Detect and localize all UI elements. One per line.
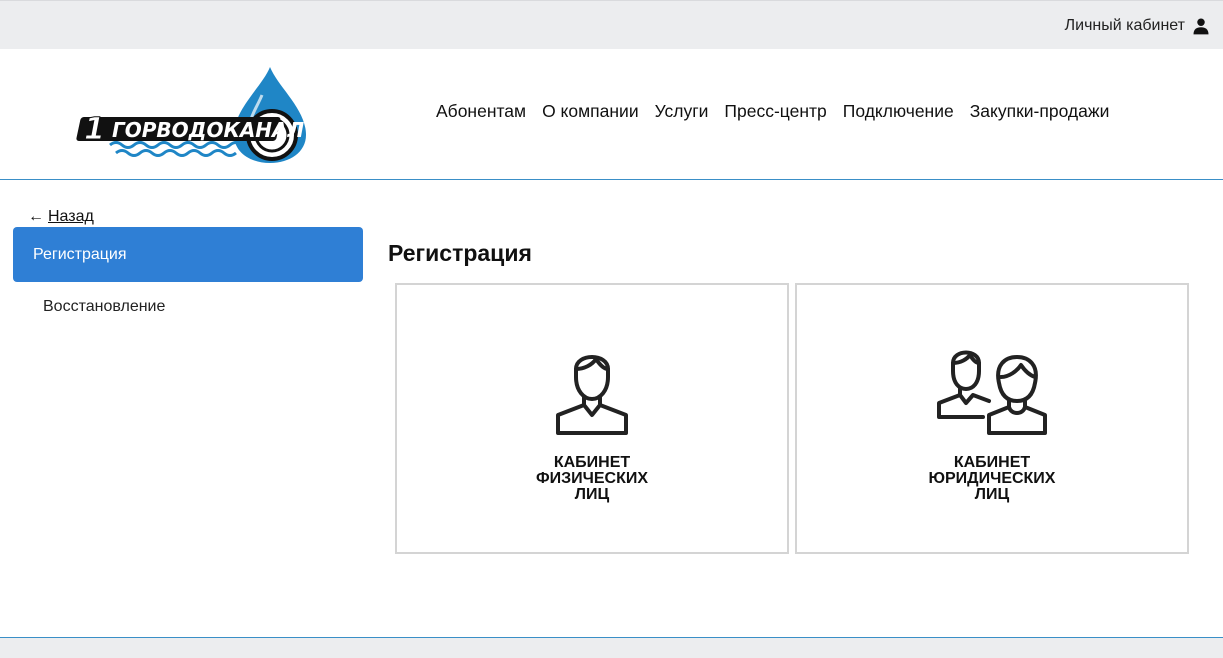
main-nav: Абонентам О компании Услуги Пресс-центр … [436, 101, 1109, 122]
sidebar-item-label: Восстановление [43, 298, 166, 315]
card-caption: КАБИНЕТ ЮРИДИЧЕСКИХ ЛИЦ [928, 454, 1056, 503]
logo-text: ГОРВОДОКАНАЛ [112, 118, 305, 142]
legal-entity-cabinet-card[interactable]: КАБИНЕТ ЮРИДИЧЕСКИХ ЛИЦ [795, 283, 1189, 554]
account-link[interactable]: Личный кабинет [1065, 15, 1211, 37]
nav-item-connection[interactable]: Подключение [843, 101, 954, 122]
nav-item-press[interactable]: Пресс-центр [724, 101, 826, 122]
site-footer [0, 637, 1223, 658]
back-link[interactable]: ← Назад [28, 208, 94, 226]
top-bar: Личный кабинет [0, 0, 1223, 49]
nav-item-about[interactable]: О компании [542, 101, 639, 122]
page-title: Регистрация [388, 240, 532, 266]
card-caption: КАБИНЕТ ФИЗИЧЕСКИХ ЛИЦ [535, 454, 649, 503]
arrow-left-icon: ← [28, 208, 44, 225]
people-icon [937, 350, 1047, 435]
user-icon [1193, 18, 1209, 35]
nav-item-procurement[interactable]: Закупки-продажи [970, 101, 1110, 122]
account-label: Личный кабинет [1064, 17, 1185, 34]
sidebar-item-label: Регистрация [33, 245, 127, 263]
company-logo[interactable]: 1 ГОРВОДОКАНАЛ [76, 65, 308, 165]
individual-cabinet-card[interactable]: КАБИНЕТ ФИЗИЧЕСКИХ ЛИЦ [395, 283, 789, 554]
sidebar-item-registration[interactable]: Регистрация [13, 227, 363, 282]
back-label: Назад [48, 208, 94, 225]
person-icon [556, 355, 628, 435]
nav-item-services[interactable]: Услуги [655, 101, 709, 122]
nav-item-subscribers[interactable]: Абонентам [436, 101, 526, 122]
logo-number: 1 [84, 112, 105, 147]
site-header: 1 ГОРВОДОКАНАЛ Абонентам О компании Услу… [0, 49, 1223, 180]
sidebar-item-recovery[interactable]: Восстановление [43, 298, 165, 316]
